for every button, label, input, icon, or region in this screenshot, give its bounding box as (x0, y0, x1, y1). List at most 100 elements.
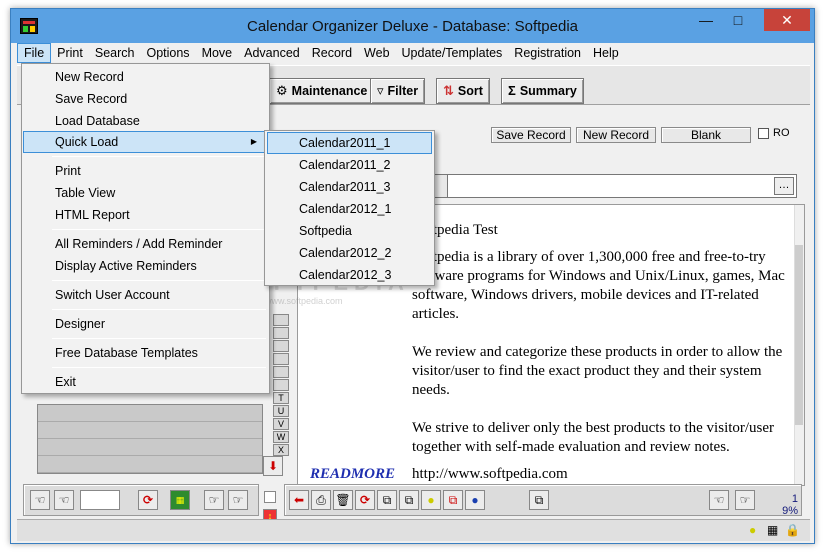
menu-separator (52, 229, 266, 230)
maintenance-label: Maintenance (291, 84, 368, 98)
quickload-item[interactable]: Calendar2011_1 (267, 132, 432, 154)
menu-file[interactable]: File (17, 43, 52, 63)
list-checkbox[interactable] (264, 491, 276, 503)
hand-right-icon[interactable]: ☞ (228, 490, 248, 510)
menu-record[interactable]: Record (306, 43, 358, 63)
hand-left-icon[interactable]: ☜ (54, 490, 74, 510)
save-record-button[interactable]: Save Record (491, 127, 571, 143)
refresh-icon[interactable]: ⟳ (138, 490, 158, 510)
record-number-input[interactable] (80, 490, 120, 510)
alpha-index-item[interactable]: T (273, 392, 289, 404)
read-only-checkbox[interactable] (758, 128, 769, 139)
menu-active-reminders[interactable]: Display Active Reminders (23, 255, 268, 277)
list-item[interactable] (38, 405, 262, 422)
bulb-icon[interactable]: ● (749, 523, 763, 537)
menu-separator (52, 280, 266, 281)
readmore-link[interactable]: READMORE (310, 466, 395, 483)
alpha-index: T U V W X (273, 314, 289, 457)
list-item[interactable] (38, 456, 262, 473)
alpha-index-item[interactable]: V (273, 418, 289, 430)
hand-left-icon[interactable]: ☜ (30, 490, 50, 510)
alpha-index-item[interactable]: W (273, 431, 289, 443)
menu-advanced[interactable]: Advanced (238, 43, 306, 63)
lock-icon[interactable]: 🔒 (785, 523, 800, 537)
document-icon[interactable]: ▦ (767, 523, 781, 537)
alpha-index-item[interactable] (273, 340, 289, 352)
url-link[interactable]: http://www.softpedia.com (412, 466, 568, 483)
attachment-icon[interactable]: ⧉ (529, 490, 549, 510)
quickload-item[interactable]: Calendar2011_2 (267, 154, 432, 176)
new-record-button[interactable]: New Record (576, 127, 656, 143)
menu-save-record[interactable]: Save Record (23, 88, 268, 110)
menu-separator (52, 367, 266, 368)
hand-left-icon[interactable]: ☜ (709, 490, 729, 510)
menu-registration[interactable]: Registration (508, 43, 587, 63)
menu-search[interactable]: Search (89, 43, 141, 63)
tools-icon: ⚙ (276, 83, 288, 98)
menu-print[interactable]: Print (51, 43, 89, 63)
menu-move[interactable]: Move (196, 43, 239, 63)
grid-icon[interactable]: ▦ (170, 490, 190, 510)
trash-icon[interactable]: 🗑 (333, 490, 353, 510)
maintenance-button[interactable]: ⚙ Maintenance (269, 78, 375, 104)
hand-right-icon[interactable]: ☞ (204, 490, 224, 510)
menu-options[interactable]: Options (140, 43, 195, 63)
alpha-index-item[interactable] (273, 314, 289, 326)
list-item[interactable] (38, 439, 262, 456)
alpha-index-item[interactable] (273, 327, 289, 339)
alpha-index-item[interactable] (273, 353, 289, 365)
summary-button[interactable]: Σ Summary (501, 78, 584, 104)
menu-help[interactable]: Help (587, 43, 625, 63)
quickload-item[interactable]: Softpedia (267, 220, 432, 242)
menu-html-report[interactable]: HTML Report (23, 204, 268, 226)
memo-paragraph-1: Softpedia is a library of over 1,300,000… (412, 249, 785, 322)
alpha-index-item[interactable]: U (273, 405, 289, 417)
menu-load-database[interactable]: Load Database (23, 110, 268, 132)
back-arrow-icon[interactable]: ⬅ (289, 490, 309, 510)
list-item[interactable] (38, 422, 262, 439)
sort-icon: ⇅ (443, 83, 454, 98)
alpha-index-item[interactable]: X (273, 444, 289, 456)
quickload-item[interactable]: Calendar2012_3 (267, 264, 432, 286)
print-icon[interactable]: ⎙ (311, 490, 331, 510)
filter-button[interactable]: ▿ Filter (370, 78, 426, 104)
field-input[interactable]: … (447, 174, 797, 198)
menu-designer[interactable]: Designer (23, 313, 268, 335)
minimize-icon[interactable]: — (692, 9, 720, 31)
copy-icon[interactable]: ⧉ (377, 490, 397, 510)
move-icon[interactable]: ⧉ (443, 490, 463, 510)
sort-button[interactable]: ⇅ Sort (436, 78, 490, 104)
menu-table-view[interactable]: Table View (23, 182, 268, 204)
menu-new-record[interactable]: New Record (23, 66, 268, 88)
close-icon[interactable]: ✕ (764, 9, 810, 31)
quickload-item[interactable]: Calendar2012_2 (267, 242, 432, 264)
bulb-icon[interactable]: ● (421, 490, 441, 510)
menu-separator (52, 309, 266, 310)
menu-exit[interactable]: Exit (23, 371, 268, 393)
menu-print[interactable]: Print (23, 160, 268, 182)
menu-quick-load[interactable]: Quick Load ▶ (23, 131, 268, 153)
ellipsis-button[interactable]: … (774, 177, 794, 195)
hand-right-icon[interactable]: ☞ (735, 490, 755, 510)
record-list[interactable] (37, 404, 263, 474)
alpha-index-item[interactable] (273, 366, 289, 378)
menu-web[interactable]: Web (358, 43, 395, 63)
memo-scrollbar[interactable] (794, 205, 804, 485)
menu-switch-user[interactable]: Switch User Account (23, 284, 268, 306)
record-toolbar: ⬅ ⎙ 🗑 ⟳ ⧉ ⧉ ● ⧉ ● ⧉ ☜ ☞ (284, 484, 802, 516)
menu-free-templates[interactable]: Free Database Templates (23, 342, 268, 364)
record-number: 1 (791, 493, 798, 505)
menu-all-reminders[interactable]: All Reminders / Add Reminder (23, 233, 268, 255)
alpha-index-item[interactable] (273, 379, 289, 391)
read-only-label: RO (773, 127, 790, 139)
maximize-icon[interactable]: □ (724, 9, 752, 31)
down-arrow-icon[interactable]: ⬇ (263, 456, 283, 476)
refresh-icon[interactable]: ⟳ (355, 490, 375, 510)
globe-icon[interactable]: ● (465, 490, 485, 510)
memo-scroll-thumb[interactable] (795, 245, 803, 425)
paste-icon[interactable]: ⧉ (399, 490, 419, 510)
quickload-item[interactable]: Calendar2012_1 (267, 198, 432, 220)
menu-update-templates[interactable]: Update/Templates (396, 43, 509, 63)
blank-button[interactable]: Blank (661, 127, 751, 143)
quickload-item[interactable]: Calendar2011_3 (267, 176, 432, 198)
